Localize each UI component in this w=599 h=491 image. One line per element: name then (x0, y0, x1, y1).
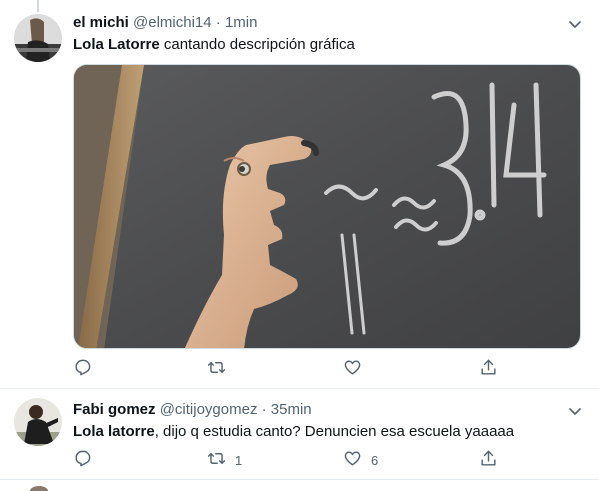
tweet-actions: 1 6 (73, 450, 501, 470)
tweet[interactable]: el michi @elmichi14 · 1min Lola Latorre … (0, 0, 599, 389)
reply-button[interactable] (73, 359, 101, 379)
heart-icon (343, 358, 362, 380)
chevron-down-icon[interactable] (567, 16, 583, 32)
retweet-count: 1 (235, 452, 243, 468)
reply-button[interactable] (73, 450, 101, 470)
like-button[interactable] (343, 359, 371, 379)
chevron-down-icon[interactable] (567, 403, 583, 419)
tweet-actions (73, 359, 501, 379)
separator-dot: · (215, 14, 221, 31)
tweet-header: el michi @elmichi14 · 1min (73, 14, 257, 32)
user-handle[interactable]: @citijoygomez (160, 401, 258, 418)
tweet-media-image[interactable] (73, 64, 581, 349)
reply-icon (73, 358, 92, 380)
tweet-body: cantando descripción gráfica (159, 36, 355, 53)
timestamp[interactable]: 35min (271, 401, 312, 418)
retweet-icon (207, 358, 226, 380)
next-tweet-avatar[interactable] (30, 486, 48, 491)
tweet-text: Lola latorre, dijo q estudia canto? Denu… (73, 422, 514, 442)
retweet-button[interactable] (207, 359, 235, 379)
share-icon (479, 449, 498, 471)
mention-link[interactable]: Lola Latorre (73, 36, 160, 53)
mention-link[interactable]: Lola latorre (73, 423, 155, 440)
retweet-icon (207, 449, 226, 471)
avatar[interactable] (14, 398, 62, 446)
thread-line (37, 0, 39, 12)
timestamp[interactable]: 1min (225, 14, 258, 31)
tweet-header: Fabi gomez @citijoygomez · 35min (73, 401, 312, 419)
share-button[interactable] (479, 359, 507, 379)
display-name[interactable]: Fabi gomez (73, 401, 156, 418)
reply-icon (73, 449, 92, 471)
display-name[interactable]: el michi (73, 14, 129, 31)
tweet-text: Lola Latorre cantando descripción gráfic… (73, 35, 355, 55)
avatar[interactable] (14, 14, 62, 62)
like-count: 6 (371, 452, 379, 468)
heart-icon (343, 449, 362, 471)
like-button[interactable]: 6 (343, 450, 378, 470)
share-icon (479, 358, 498, 380)
tweet-body: , dijo q estudia canto? Denuncien esa es… (154, 423, 515, 440)
retweet-button[interactable]: 1 (207, 450, 242, 470)
share-button[interactable] (479, 450, 507, 470)
separator-dot: · (261, 401, 267, 418)
user-handle[interactable]: @elmichi14 (133, 14, 212, 31)
